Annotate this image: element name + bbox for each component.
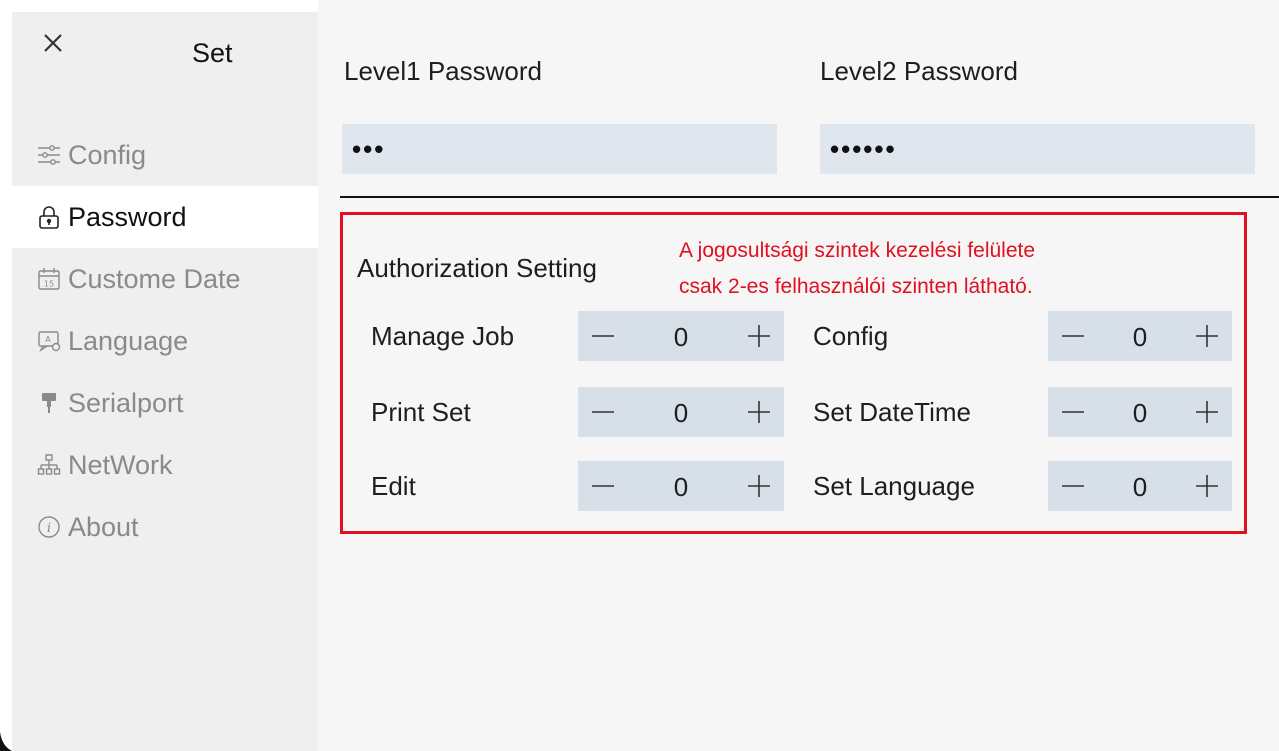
level2-password-label: Level2 Password xyxy=(820,56,1018,86)
minus-icon xyxy=(1062,411,1084,413)
manage-job-stepper: 0 xyxy=(578,311,784,361)
divider xyxy=(340,196,1279,198)
sidebar-item-serialport[interactable]: Serialport xyxy=(12,372,318,434)
annotation-note-line2: csak 2-es felhasználói szinten látható. xyxy=(679,275,1033,298)
sidebar-nav: Config Password 15 Custome Date A Langua… xyxy=(12,124,318,558)
plus-icon xyxy=(1196,401,1218,423)
manage-job-label: Manage Job xyxy=(371,321,515,351)
print-set-stepper: 0 xyxy=(578,387,784,437)
decrement-button[interactable] xyxy=(1048,461,1098,511)
plus-icon xyxy=(748,401,770,423)
password-panel: Level1 Password Level2 Password ••• ••••… xyxy=(318,0,1279,751)
config-stepper: 0 xyxy=(1048,311,1232,361)
settings-window: Set Config Password 15 Custome Date A La… xyxy=(0,0,1279,751)
set-language-stepper: 0 xyxy=(1048,461,1232,511)
svg-text:i: i xyxy=(47,521,51,536)
level1-password-label: Level1 Password xyxy=(344,56,542,86)
sidebar-item-label: Serialport xyxy=(68,387,184,418)
increment-button[interactable] xyxy=(734,311,784,361)
minus-icon xyxy=(1062,335,1084,337)
config-permission-label: Config xyxy=(813,321,889,351)
plus-icon xyxy=(1196,325,1218,347)
level1-password-value: ••• xyxy=(352,134,386,164)
plus-icon xyxy=(1196,475,1218,497)
increment-button[interactable] xyxy=(1182,461,1232,511)
increment-button[interactable] xyxy=(1182,387,1232,437)
edit-label: Edit xyxy=(371,471,416,501)
title-bar: Set xyxy=(12,12,318,92)
decrement-button[interactable] xyxy=(578,461,628,511)
stepper-value: 0 xyxy=(673,472,689,502)
sidebar-item-label: About xyxy=(68,511,139,542)
minus-icon xyxy=(592,485,614,487)
edit-stepper: 0 xyxy=(578,461,784,511)
sidebar-item-label: Custome Date xyxy=(68,263,241,294)
decrement-button[interactable] xyxy=(578,311,628,361)
increment-button[interactable] xyxy=(1182,311,1232,361)
sidebar-item-custome-date[interactable]: 15 Custome Date xyxy=(12,248,318,310)
annotation-note: A jogosultsági szintek kezelési felülete… xyxy=(679,233,1035,305)
minus-icon xyxy=(592,411,614,413)
decrement-button[interactable] xyxy=(1048,311,1098,361)
sidebar-item-password[interactable]: Password xyxy=(12,186,318,248)
stepper-value: 0 xyxy=(1132,398,1148,428)
decrement-button[interactable] xyxy=(578,387,628,437)
sidebar-item-about[interactable]: i About xyxy=(12,496,318,558)
increment-button[interactable] xyxy=(734,387,784,437)
sidebar-item-label: NetWork xyxy=(68,449,173,480)
serialport-icon xyxy=(34,388,64,418)
sidebar-item-label: Config xyxy=(68,139,147,170)
stepper-value: 0 xyxy=(1132,322,1148,352)
window-title: Set xyxy=(192,38,233,68)
set-language-label: Set Language xyxy=(813,471,975,501)
minus-icon xyxy=(592,335,614,337)
language-icon: A xyxy=(34,326,64,356)
plus-icon xyxy=(748,475,770,497)
window-corner-mark xyxy=(0,732,12,751)
level2-password-field[interactable]: •••••• xyxy=(820,124,1255,174)
svg-text:15: 15 xyxy=(44,280,54,289)
sidebar-item-label: Password xyxy=(68,201,187,232)
sidebar-item-config[interactable]: Config xyxy=(12,124,318,186)
stepper-value: 0 xyxy=(673,322,689,352)
sidebar: Set Config Password 15 Custome Date A La… xyxy=(12,12,318,751)
minus-icon xyxy=(1062,485,1084,487)
print-set-label: Print Set xyxy=(371,397,471,427)
set-datetime-stepper: 0 xyxy=(1048,387,1232,437)
sidebar-item-label: Language xyxy=(68,325,189,356)
calendar-icon: 15 xyxy=(34,264,64,294)
plus-icon xyxy=(748,325,770,347)
network-icon xyxy=(34,450,64,480)
set-datetime-label: Set DateTime xyxy=(813,397,971,427)
sidebar-item-network[interactable]: NetWork xyxy=(12,434,318,496)
stepper-value: 0 xyxy=(1132,472,1148,502)
decrement-button[interactable] xyxy=(1048,387,1098,437)
sliders-icon xyxy=(34,140,64,170)
close-icon xyxy=(44,34,62,52)
sidebar-item-language[interactable]: A Language xyxy=(12,310,318,372)
level2-password-value: •••••• xyxy=(830,134,897,164)
close-button[interactable] xyxy=(40,30,66,56)
increment-button[interactable] xyxy=(734,461,784,511)
info-icon: i xyxy=(34,512,64,542)
level1-password-field[interactable]: ••• xyxy=(342,124,777,174)
annotation-note-line1: A jogosultsági szintek kezelési felülete xyxy=(679,239,1036,262)
svg-text:A: A xyxy=(45,335,51,344)
authorization-section: Authorization Setting A jogosultsági szi… xyxy=(340,212,1247,534)
authorization-title: Authorization Setting xyxy=(357,253,597,283)
stepper-value: 0 xyxy=(673,398,689,428)
lock-icon xyxy=(34,202,64,232)
